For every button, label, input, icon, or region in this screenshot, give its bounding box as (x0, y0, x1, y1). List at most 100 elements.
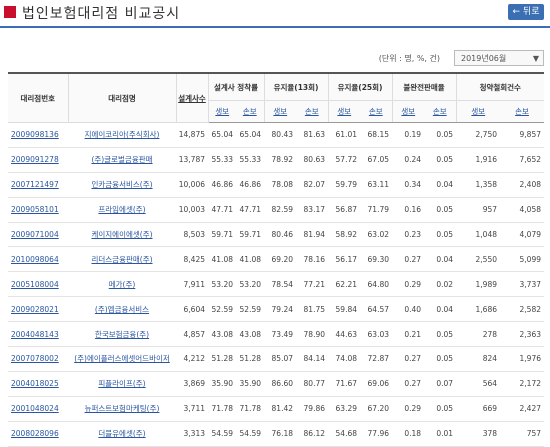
agency-code-link[interactable]: 2009071004 (8, 222, 68, 248)
incomplete-life-cell: 0.24 (392, 147, 425, 173)
agency-name-link[interactable]: (주)에이플러스에셋어드바이저 (68, 346, 176, 372)
sub-header-nonlife[interactable]: 손보 (360, 100, 393, 123)
agency-name-link[interactable]: 인카금융서비스(주) (68, 172, 176, 198)
incomplete-life-cell: 0.18 (392, 421, 425, 447)
retention13-nonlife-cell: 80.63 (296, 147, 329, 173)
agency-name-link[interactable]: 한국보험금융(주) (68, 321, 176, 348)
retention25-nonlife-cell: 71.79 (360, 197, 393, 223)
agency-name-link[interactable]: 지에이코리아(주식회사) (68, 122, 176, 148)
col-header-name: 대리점명 (67, 72, 176, 123)
agency-code-link[interactable]: 2005108004 (8, 271, 68, 298)
establish-life-cell: 43.08 (208, 321, 236, 348)
agency-name-link[interactable]: 메가(주) (68, 271, 176, 298)
sub-header-life[interactable]: 생보 (455, 100, 501, 123)
col-header-planners[interactable]: 설계사수 (175, 72, 208, 123)
table-row: 2005108004 메가(주) 7,911 53.20 53.20 78.54 77.21… (8, 271, 545, 298)
agency-name-link[interactable]: (주)글로벌금융판매 (68, 147, 176, 173)
col-header-retention13: 유지율(13회) (263, 72, 329, 101)
planners-cell: 3,711 (176, 396, 208, 422)
table-row: 2008028096 더블유에셋(주) 3,313 54.59 54.59 76.18 86… (8, 421, 545, 447)
retention25-life-cell: 56.87 (328, 197, 361, 223)
incomplete-nonlife-cell: 0.05 (424, 346, 457, 372)
establish-life-cell: 52.59 (208, 296, 236, 323)
table-row: 2009071004 케이지에이에셋(주) 8,503 59.71 59.71 80.46… (8, 222, 545, 248)
retention13-nonlife-cell: 79.86 (296, 396, 329, 422)
incomplete-life-cell: 0.27 (392, 246, 425, 273)
incomplete-nonlife-cell: 0.05 (424, 122, 457, 148)
agency-code-link[interactable]: 2004018025 (8, 371, 68, 397)
sub-header-life[interactable]: 생보 (327, 100, 361, 123)
retention25-nonlife-cell: 67.20 (360, 396, 393, 422)
sub-header-nonlife[interactable]: 손보 (424, 100, 457, 123)
retention25-life-cell: 57.72 (328, 147, 361, 173)
table-row: 2007078002 (주)에이플러스에셋어드바이저 4,212 51.28 51.28… (8, 346, 545, 372)
retention25-nonlife-cell: 69.30 (360, 246, 393, 273)
planners-cell: 3,869 (176, 371, 208, 397)
agency-code-link[interactable]: 2009028021 (8, 296, 68, 323)
retention13-nonlife-cell: 81.63 (296, 122, 329, 148)
agency-name-link[interactable]: 더블유에셋(주) (68, 421, 176, 447)
retention13-nonlife-cell: 83.17 (296, 197, 329, 223)
establish-life-cell: 35.90 (208, 371, 236, 397)
retention25-nonlife-cell: 67.05 (360, 147, 393, 173)
cancel-life-cell: 1,048 (456, 222, 501, 248)
agency-code-link[interactable]: 2001048024 (8, 396, 68, 422)
establish-life-cell: 59.71 (208, 222, 236, 248)
incomplete-life-cell: 0.29 (392, 396, 425, 422)
unit-label: (단위 : 명, %, 건) (378, 54, 440, 63)
agency-name-link[interactable]: 뉴퍼스트보험마케팅(주) (68, 396, 176, 422)
retention25-nonlife-cell: 63.11 (360, 172, 393, 198)
incomplete-life-cell: 0.16 (392, 197, 425, 223)
agency-code-link[interactable]: 2004048143 (8, 321, 68, 348)
incomplete-nonlife-cell: 0.01 (424, 421, 457, 447)
establish-life-cell: 46.86 (208, 172, 236, 198)
sub-header-nonlife[interactable]: 손보 (500, 100, 545, 123)
cancel-life-cell: 1,686 (456, 296, 501, 323)
header-bar: 법인보험대리점 비교공시 ← 뒤로 (0, 0, 550, 28)
agency-name-link[interactable]: (주)엠금융서비스 (68, 296, 176, 323)
retention25-nonlife-cell: 72.87 (360, 346, 393, 372)
retention13-nonlife-cell: 86.12 (296, 421, 329, 447)
planners-cell: 10,006 (176, 172, 208, 198)
planners-cell: 4,857 (176, 321, 208, 348)
cancel-nonlife-cell: 4,079 (500, 222, 545, 248)
agency-code-link[interactable]: 2007121497 (8, 172, 68, 198)
retention25-life-cell: 71.67 (328, 371, 361, 397)
cancel-life-cell: 278 (456, 321, 501, 348)
period-select[interactable]: 2019년06월 ▼ (454, 50, 544, 66)
establish-life-cell: 65.04 (208, 122, 236, 148)
sub-header-life[interactable]: 생보 (207, 100, 236, 123)
cancel-life-cell: 2,750 (456, 122, 501, 148)
agency-name-link[interactable]: 피플라이프(주) (68, 371, 176, 397)
agency-name-link[interactable]: 리더스금융판매(주) (68, 246, 176, 273)
retention13-life-cell: 80.46 (264, 222, 297, 248)
retention13-life-cell: 86.60 (264, 371, 297, 397)
retention13-life-cell: 73.49 (264, 321, 297, 348)
cancel-life-cell: 669 (456, 396, 501, 422)
establish-nonlife-cell: 52.59 (236, 296, 265, 323)
sub-header-life[interactable]: 생보 (391, 100, 425, 123)
back-button[interactable]: ← 뒤로 (508, 4, 544, 20)
col-header-cancellations: 청약철회건수 (455, 72, 545, 101)
agency-name-link[interactable]: 프라임에셋(주) (68, 197, 176, 223)
agency-name-link[interactable]: 케이지에이에셋(주) (68, 222, 176, 248)
agency-code-link[interactable]: 2009098136 (8, 122, 68, 148)
sub-header-life[interactable]: 생보 (263, 100, 297, 123)
agency-code-link[interactable]: 2009091278 (8, 147, 68, 173)
establish-nonlife-cell: 47.71 (236, 197, 265, 223)
agency-code-link[interactable]: 2008028096 (8, 421, 68, 447)
sub-header-nonlife[interactable]: 손보 (236, 100, 265, 123)
incomplete-nonlife-cell: 0.05 (424, 197, 457, 223)
agency-code-link[interactable]: 2010098064 (8, 246, 68, 273)
sub-header-nonlife[interactable]: 손보 (296, 100, 329, 123)
table-row: 2009058101 프라임에셋(주) 10,003 47.71 47.71 82.59 8… (8, 197, 545, 223)
agency-code-link[interactable]: 2007078002 (8, 346, 68, 372)
retention13-nonlife-cell: 80.77 (296, 371, 329, 397)
cancel-life-cell: 2,550 (456, 246, 501, 273)
agency-code-link[interactable]: 2009058101 (8, 197, 68, 223)
cancel-nonlife-cell: 1,976 (500, 346, 545, 372)
retention25-nonlife-cell: 63.03 (360, 321, 393, 348)
table-row: 2009091278 (주)글로벌금융판매 13,787 55.33 55.33 78.9… (8, 147, 545, 173)
cancel-nonlife-cell: 4,058 (500, 197, 545, 223)
retention13-nonlife-cell: 81.94 (296, 222, 329, 248)
